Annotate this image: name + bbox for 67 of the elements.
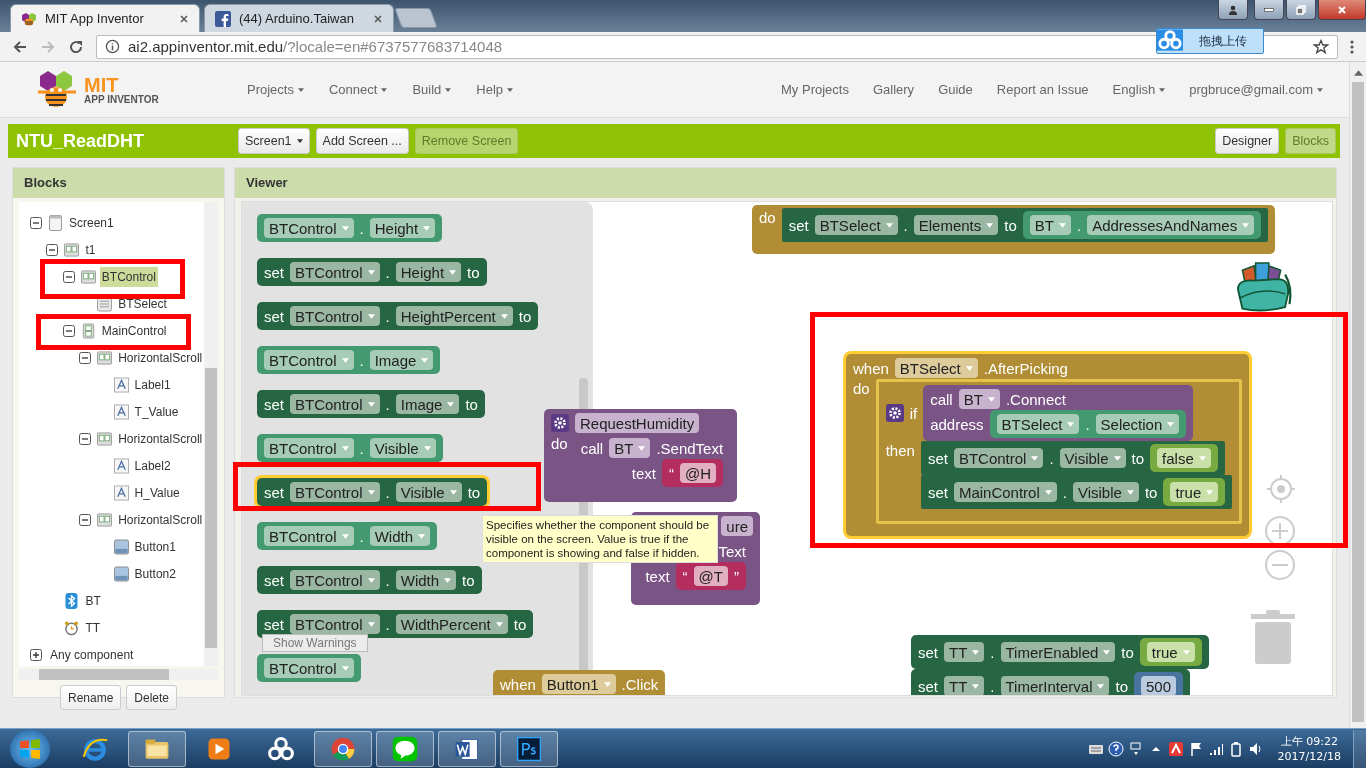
block-label: ”: [734, 567, 739, 585]
block-label: .: [385, 395, 390, 413]
block-label: .: [385, 307, 390, 325]
block-label: text: [631, 464, 657, 482]
block-label: set: [788, 216, 809, 234]
block-label: .: [1062, 483, 1067, 501]
block-label: set: [264, 483, 284, 501]
block-label: .: [903, 216, 908, 234]
url-path: /?locale=en#6737577683714048: [283, 38, 503, 55]
block-label: do: [853, 379, 870, 397]
block-label: .: [385, 483, 390, 501]
block-label: to: [1004, 216, 1017, 234]
block-label: to: [467, 483, 481, 501]
block-label: .: [385, 263, 390, 281]
logo-subtitle: APP INVENTOR: [84, 94, 159, 105]
block-label: if: [909, 404, 918, 422]
block-label: then: [885, 441, 915, 459]
logo-title: MIT: [84, 74, 119, 95]
block-label: to: [462, 571, 475, 589]
block-label: when: [853, 359, 889, 377]
block-label: set: [264, 615, 284, 633]
block-label: text: [645, 567, 670, 585]
block-label: to: [1115, 677, 1128, 695]
panel-title: Blocks: [13, 168, 224, 198]
block-label: “: [682, 567, 688, 585]
block-label: set: [264, 395, 284, 413]
block-label: .: [1049, 449, 1054, 467]
block-label: .: [359, 527, 364, 545]
block-label: set: [918, 677, 938, 695]
block-label: set: [918, 643, 938, 661]
block-label: to: [465, 395, 478, 413]
block-label: .: [359, 219, 364, 237]
block-label: .: [359, 351, 364, 369]
block-label: when: [500, 675, 536, 693]
block-label: .: [1076, 216, 1082, 234]
block-label: .Click: [621, 675, 659, 693]
block-label: call: [930, 390, 953, 408]
block-label: .: [359, 439, 364, 457]
block-label: set: [264, 571, 284, 589]
block-label: .Connect: [1005, 390, 1066, 408]
block-label: .: [990, 643, 995, 661]
block-label: set: [927, 449, 948, 467]
block-label: .: [385, 571, 390, 589]
block-label: do: [551, 434, 568, 452]
block-label: to: [1121, 643, 1134, 661]
block-label: “: [669, 464, 675, 482]
block-label: set: [264, 307, 284, 325]
block-label: address: [930, 415, 984, 433]
project-title: NTU_ReadDHT: [16, 130, 145, 152]
block-label: to: [513, 615, 527, 633]
block-label: Text: [718, 542, 746, 560]
url-host: ai2.appinventor.mit.edu: [128, 38, 284, 55]
block-label: to: [467, 263, 480, 281]
block-label: .: [990, 677, 995, 695]
block-label: to: [1144, 483, 1158, 501]
panel-title: Viewer: [235, 168, 1336, 198]
tooltip: Specifies whether the component should be visible on the screen. Value is true if the component is showing and false if hidden.: [482, 515, 718, 563]
block-label: .SendText: [656, 439, 724, 457]
block-label: do: [759, 208, 776, 226]
block-label: to: [1131, 449, 1145, 467]
block-label: to: [518, 307, 532, 325]
block-label: call: [580, 439, 604, 457]
block-label: set: [927, 483, 948, 501]
block-label: .: [385, 615, 390, 633]
block-label: .: [1085, 415, 1090, 433]
block-label: .AfterPicking: [983, 359, 1068, 377]
block-label: set: [264, 263, 284, 281]
